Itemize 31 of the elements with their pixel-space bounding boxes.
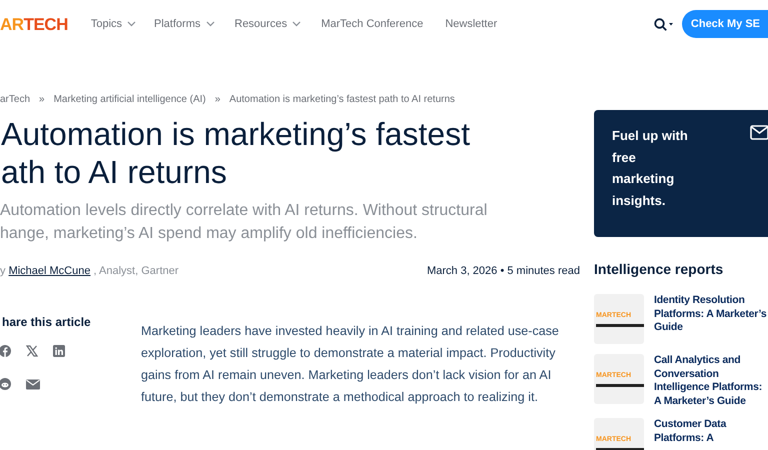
envelope-icon <box>750 124 768 142</box>
nav-link[interactable]: Newsletter <box>445 16 498 32</box>
breadcrumb-current: Automation is marketing’s fastest path to AI returns <box>229 93 455 107</box>
article-title: Automation is marketing’s fastest ath to AI returns <box>1 115 471 191</box>
article-body: Marketing leaders have invested heavily in AI training and related use-case exploration, yet still struggle to demonstrate a material impact. Productivity gains from AI remain uneven. Marketing leaders don’t lack vision for an AI future, but they don’t demonstrate a methodical approach to realizing it. <box>141 322 560 406</box>
nav-link[interactable]: Resources <box>234 16 302 32</box>
report-link[interactable]: Customer Data Platforms: A <box>654 418 768 450</box>
report-link[interactable]: Identity Resolution Platforms: A Marketer’s Guide <box>654 294 768 344</box>
article-subtitle: Automation levels directly correlate with AI returns. Without structural hange, marketing’s AI spend may amplify old inefficiencies. <box>0 201 488 244</box>
x-letter-icon[interactable] <box>26 344 38 358</box>
logo[interactable]: ARTECH <box>0 16 68 32</box>
breadcrumb-link[interactable]: Marketing artificial intelligence (AI) <box>54 92 206 107</box>
nav-link[interactable]: MarTech Conference <box>321 16 424 32</box>
report-link[interactable]: Call Analytics and Conversation Intelligence Platforms: A Marketer’s Guide <box>654 354 768 408</box>
article-meta: March 3, 2026 • 5 minutes read <box>426 264 580 279</box>
breadcrumb-separator: » <box>214 93 220 107</box>
envelope-icon[interactable] <box>26 378 40 390</box>
reports-heading: Intelligence reports <box>594 260 724 279</box>
author-link[interactable]: Michael McCune <box>8 265 90 277</box>
breadcrumb-separator: » <box>39 93 45 107</box>
check-seo-button[interactable]: Check My SE <box>682 10 768 38</box>
search-icon[interactable] <box>654 18 674 30</box>
share-heading: hare this article <box>2 314 92 330</box>
in-square-icon[interactable] <box>53 344 65 358</box>
promo-text: Fuel up with free marketing insights. <box>612 127 688 210</box>
alien-face-icon[interactable] <box>0 378 11 390</box>
nav-link[interactable]: Topics <box>90 16 136 32</box>
nav-link[interactable]: Platforms <box>154 16 214 32</box>
circle-f-icon[interactable] <box>0 344 11 358</box>
byline: y Michael McCune , Analyst, Gartner <box>0 264 179 279</box>
breadcrumb-link[interactable]: arTech <box>0 92 30 107</box>
